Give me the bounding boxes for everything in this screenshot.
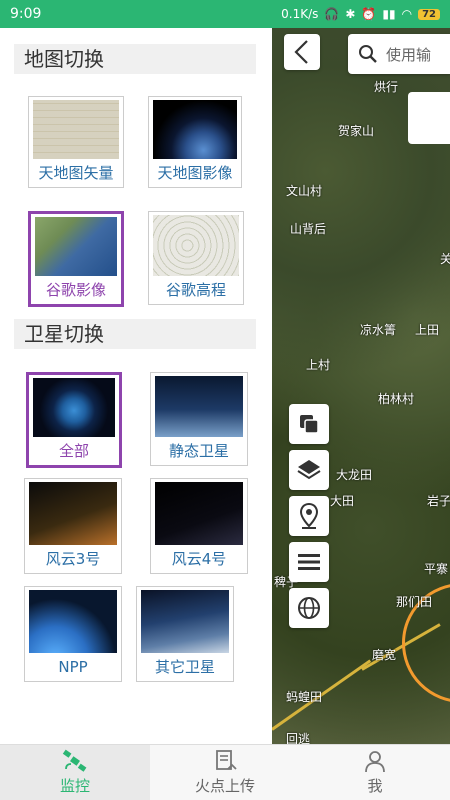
- sat-option-fy3[interactable]: 风云3号: [24, 478, 122, 574]
- location-pin-icon: [299, 502, 319, 529]
- satellite-thumbnail: [155, 482, 243, 545]
- place-label: 柏林村: [378, 392, 415, 406]
- sat-option-label: NPP: [58, 658, 88, 676]
- place-label: 关: [440, 252, 450, 266]
- place-label: 岩子: [427, 494, 450, 508]
- place-label: 回逃: [286, 732, 311, 744]
- sat-option-label: 其它卫星: [154, 658, 215, 676]
- sat-option-npp[interactable]: NPP: [24, 586, 122, 682]
- globe-button[interactable]: [289, 588, 329, 628]
- nav-item-me[interactable]: 我: [300, 745, 450, 800]
- network-speed: 0.1K/s: [281, 7, 319, 21]
- sat-option-all[interactable]: 全部: [26, 372, 122, 468]
- place-label: 凉水箐: [360, 323, 397, 337]
- satellite-thumbnail: [141, 590, 229, 653]
- status-bar: 9:09 0.1K/s 🎧 ✱ ⏰ ▮▮ ◠ 72: [0, 0, 450, 28]
- map-option-label: 谷歌高程: [165, 281, 226, 299]
- place-label: 山背后: [290, 222, 327, 236]
- sat-option-label: 静态卫星: [168, 442, 229, 460]
- headset-icon: 🎧: [324, 7, 340, 21]
- place-label: 蚂蝗田: [286, 690, 323, 704]
- place-label: 磨宽: [372, 648, 397, 662]
- back-button[interactable]: [284, 34, 320, 70]
- section-title-satellite: 卫星切换: [14, 319, 256, 349]
- sat-option-label: 风云3号: [45, 550, 101, 568]
- map-option-label: 天地图矢量: [38, 164, 114, 182]
- place-label: 平寨: [424, 562, 449, 576]
- menu-icon: [298, 554, 320, 570]
- nav-label: 火点上传: [194, 777, 255, 795]
- bluetooth-icon: ✱: [345, 7, 356, 21]
- map-thumbnail: [35, 217, 117, 276]
- section-title-map: 地图切换: [14, 44, 256, 74]
- place-label: 大田: [330, 494, 355, 508]
- menu-button[interactable]: [289, 542, 329, 582]
- map-option-label: 天地图影像: [157, 164, 233, 182]
- place-label: 上田: [415, 323, 440, 337]
- satellite-thumbnail: [29, 482, 117, 545]
- satellite-thumbnail: [155, 376, 243, 437]
- wifi-icon: ◠: [401, 7, 413, 21]
- sat-option-geostationary[interactable]: 静态卫星: [150, 372, 248, 466]
- place-label: 烘行: [374, 80, 399, 94]
- signal-icon: ▮▮: [382, 7, 396, 21]
- location-button[interactable]: [289, 496, 329, 536]
- switch-panel: 地图切换 天地图矢量 天地图影像 谷歌影像 谷歌高程 卫星切换 全部 静态卫星 …: [0, 28, 272, 744]
- satellite-thumbnail: [29, 590, 117, 653]
- place-label: 文山村: [286, 184, 323, 198]
- nav-label: 监控: [59, 777, 90, 795]
- map-option-tianditu-vector[interactable]: 天地图矢量: [28, 96, 124, 188]
- place-label: 那们田: [396, 595, 433, 609]
- place-label: 上村: [306, 358, 331, 372]
- search-input[interactable]: 使用输: [348, 34, 450, 74]
- nav-item-upload[interactable]: 火点上传: [150, 745, 300, 800]
- alarm-icon: ⏰: [361, 7, 377, 21]
- satellite-icon: [62, 749, 87, 772]
- sat-option-fy4[interactable]: 风云4号: [150, 478, 248, 574]
- map-option-google-image[interactable]: 谷歌影像: [28, 211, 124, 307]
- map-option-label: 谷歌影像: [45, 281, 106, 299]
- person-icon: [365, 751, 385, 773]
- sat-option-label: 风云4号: [171, 550, 227, 568]
- place-label: 贺家山: [338, 124, 375, 138]
- map-toolbar: [289, 404, 329, 628]
- map-option-tianditu-image[interactable]: 天地图影像: [148, 96, 242, 188]
- copy-layer-button[interactable]: [289, 404, 329, 444]
- nav-item-monitor[interactable]: 监控: [0, 745, 150, 800]
- sat-option-other[interactable]: 其它卫星: [136, 586, 234, 682]
- layers-icon: [297, 460, 321, 480]
- map-thumbnail: [153, 215, 239, 276]
- copy-icon: [300, 415, 319, 434]
- nav-label: 我: [367, 777, 383, 795]
- status-time: 9:09: [10, 6, 42, 22]
- map-thumbnail: [153, 100, 237, 159]
- layers-button[interactable]: [289, 450, 329, 490]
- satellite-thumbnail: [33, 378, 115, 437]
- bottom-nav: 监控 火点上传 我: [0, 744, 450, 800]
- map-thumbnail: [33, 100, 119, 159]
- sat-option-label: 全部: [58, 442, 89, 460]
- map-option-google-terrain[interactable]: 谷歌高程: [148, 211, 244, 305]
- place-label: 大龙田: [336, 468, 373, 482]
- globe-icon: [298, 597, 320, 619]
- search-icon: [359, 45, 377, 63]
- chevron-left-icon: [294, 40, 308, 64]
- upload-document-icon: [216, 750, 237, 770]
- search-placeholder: 使用输: [386, 45, 432, 64]
- map-panel-stub[interactable]: [408, 92, 450, 144]
- battery-badge: 72: [418, 8, 440, 20]
